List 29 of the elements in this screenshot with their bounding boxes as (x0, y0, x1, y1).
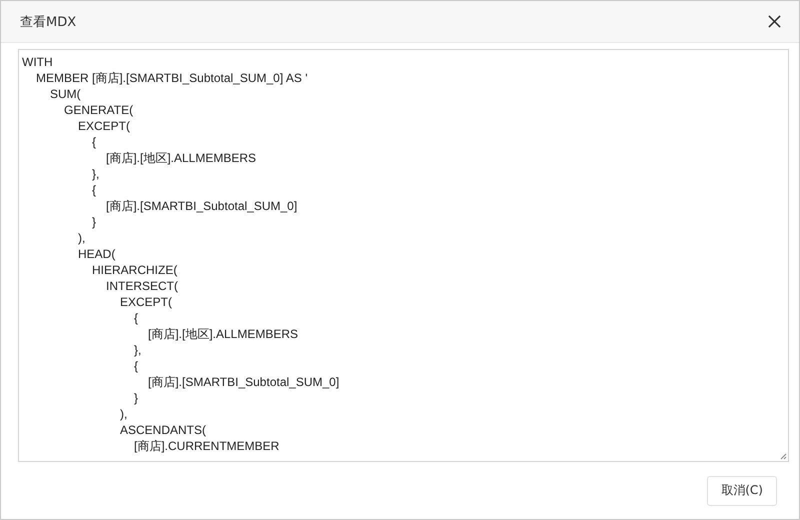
code-line: INTERSECT( (106, 279, 178, 293)
code-line: ASCENDANTS( (120, 423, 206, 437)
code-line: { (134, 359, 138, 373)
code-line: EXCEPT( (78, 119, 130, 133)
code-line: SUM( (50, 87, 81, 101)
code-line: MEMBER [商店].[SMARTBI_Subtotal_SUM_0] AS ' (36, 71, 308, 85)
code-line: HEAD( (78, 247, 116, 261)
dialog-title: 查看MDX (20, 14, 76, 30)
resize-grip-icon[interactable] (779, 452, 787, 460)
code-line: { (92, 135, 96, 149)
code-line: { (134, 311, 138, 325)
code-line: [商店].[地区].ALLMEMBERS (148, 327, 298, 341)
code-line: } (92, 215, 96, 229)
cancel-button[interactable]: 取消(C) (707, 476, 777, 506)
code-line: ), (120, 407, 128, 421)
code-line: GENERATE( (64, 103, 134, 117)
code-line: } (134, 391, 138, 405)
code-line: [商店].[地区].ALLMEMBERS (106, 151, 256, 165)
code-line: [商店].[SMARTBI_Subtotal_SUM_0] (106, 199, 298, 213)
code-line: [商店].CURRENTMEMBER (134, 439, 280, 453)
code-line: { (92, 183, 96, 197)
code-line: ), (78, 231, 86, 245)
code-line: HIERARCHIZE( (92, 263, 178, 277)
code-line: WITH (22, 55, 53, 69)
code-line: [商店].[SMARTBI_Subtotal_SUM_0] (148, 375, 340, 389)
code-line: EXCEPT( (120, 295, 172, 309)
code-line: }, (92, 167, 100, 181)
close-icon[interactable] (768, 15, 781, 28)
code-line: }, (134, 343, 142, 357)
